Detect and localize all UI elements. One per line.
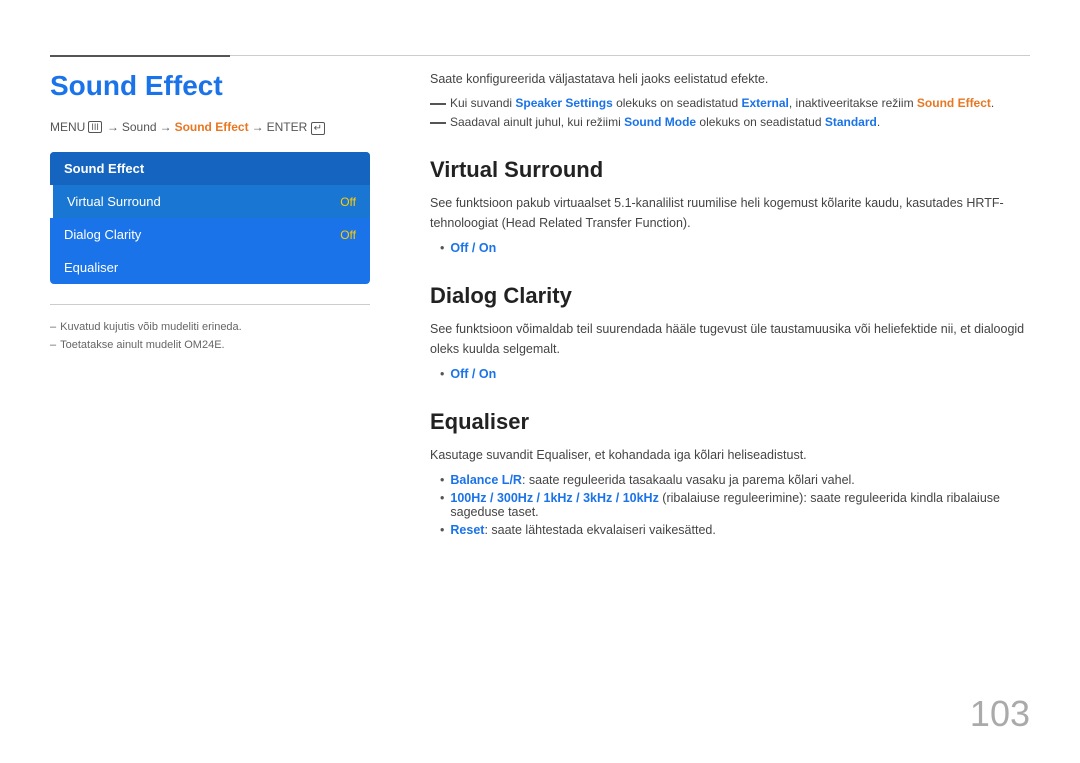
menu-item-value: Off — [340, 195, 356, 209]
breadcrumb-enter: ENTER ↵ — [267, 120, 325, 134]
breadcrumb-arrow2: → — [160, 120, 172, 134]
section-title-equaliser: Equaliser — [430, 409, 1030, 435]
left-panel: Sound Effect MENU III → Sound → Sound Ef… — [50, 40, 370, 723]
right-panel: Saate konfigureerida väljastatava heli j… — [430, 40, 1030, 723]
breadcrumb: MENU III → Sound → Sound Effect → ENTER … — [50, 120, 370, 134]
page-title: Sound Effect — [50, 70, 370, 102]
note-1: Kuvatud kujutis võib mudeliti erineda. — [50, 321, 370, 333]
bullet-off-on-dc: Off / On — [430, 367, 1030, 381]
divider — [50, 304, 370, 305]
sound-effect-label: Sound Effect — [917, 96, 991, 110]
breadcrumb-sound: Sound — [122, 120, 157, 134]
freq-label: 100Hz / 300Hz / 1kHz / 3kHz / 10kHz — [450, 491, 658, 505]
breadcrumb-arrow3: → — [252, 120, 264, 134]
menu-item-value: Off — [340, 228, 356, 242]
breadcrumb-sound-effect: Sound Effect — [175, 120, 249, 134]
menu-item-virtual-surround[interactable]: Virtual Surround Off — [50, 185, 370, 218]
section-desc-virtual-surround: See funktsioon pakub virtuaalset 5.1-kan… — [430, 193, 1030, 233]
equaliser-inline: Equaliser — [536, 448, 587, 462]
off-on-dc-label: Off / On — [450, 367, 496, 381]
bullet-reset: Reset: saate lähtestada ekvalaiseri vaik… — [430, 523, 1030, 537]
menu-label: MENU — [50, 120, 85, 134]
off-on-vs-label: Off / On — [450, 241, 496, 255]
menu-item-equaliser[interactable]: Equaliser — [50, 251, 370, 284]
menu-icon: III — [88, 121, 102, 133]
right-intro: Saate konfigureerida väljastatava heli j… — [430, 72, 1030, 86]
menu-item-label: Equaliser — [64, 260, 118, 275]
bullet-off-on-vs: Off / On — [430, 241, 1030, 255]
page-number: 103 — [970, 693, 1030, 735]
section-title-virtual-surround: Virtual Surround — [430, 157, 1030, 183]
right-note-1: Kui suvandi Speaker Settings olekuks on … — [430, 96, 1030, 110]
note-bar — [430, 103, 446, 105]
note-2: Toetatakse ainult mudelit OM24E. — [50, 339, 370, 351]
top-accent-line — [50, 55, 230, 57]
balance-label: Balance L/R — [450, 473, 522, 487]
speaker-settings-label: Speaker Settings — [515, 96, 612, 110]
menu-item-dialog-clarity[interactable]: Dialog Clarity Off — [50, 218, 370, 251]
reset-label: Reset — [450, 523, 484, 537]
section-title-dialog-clarity: Dialog Clarity — [430, 283, 1030, 309]
note-bar-2 — [430, 122, 446, 124]
menu-item-label: Dialog Clarity — [64, 227, 141, 242]
external-label: External — [742, 96, 789, 110]
standard-label: Standard — [825, 115, 877, 129]
breadcrumb-arrow1: → — [107, 120, 119, 134]
section-desc-dialog-clarity: See funktsioon võimaldab teil suurendada… — [430, 319, 1030, 359]
section-desc-equaliser: Kasutage suvandit Equaliser, et kohandad… — [430, 445, 1030, 465]
bullet-balance: Balance L/R: saate reguleerida tasakaalu… — [430, 473, 1030, 487]
menu-box-header: Sound Effect — [50, 152, 370, 185]
menu-item-label: Virtual Surround — [67, 194, 161, 209]
bullet-freq: 100Hz / 300Hz / 1kHz / 3kHz / 10kHz (rib… — [430, 491, 1030, 519]
menu-box: Sound Effect Virtual Surround Off Dialog… — [50, 152, 370, 284]
right-note-2: Saadaval ainult juhul, kui režiimi Sound… — [430, 115, 1030, 129]
sound-mode-label: Sound Mode — [624, 115, 696, 129]
